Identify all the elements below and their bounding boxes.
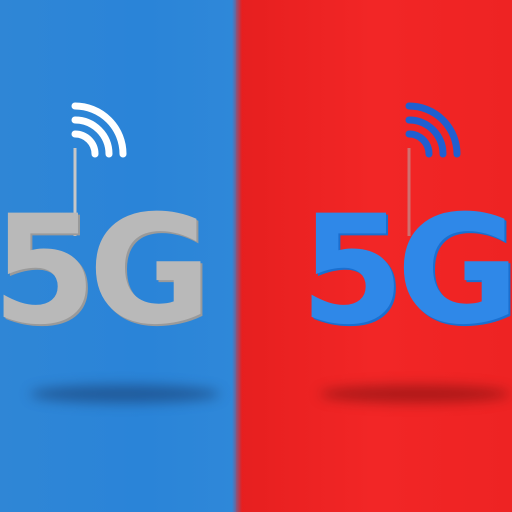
- left-5g-logo: 5G: [0, 184, 211, 358]
- panel-divider: [232, 0, 242, 512]
- right-logo-shadow: [320, 385, 510, 403]
- right-5g-logo: 5G: [300, 184, 512, 358]
- left-logo-shadow: [30, 385, 220, 403]
